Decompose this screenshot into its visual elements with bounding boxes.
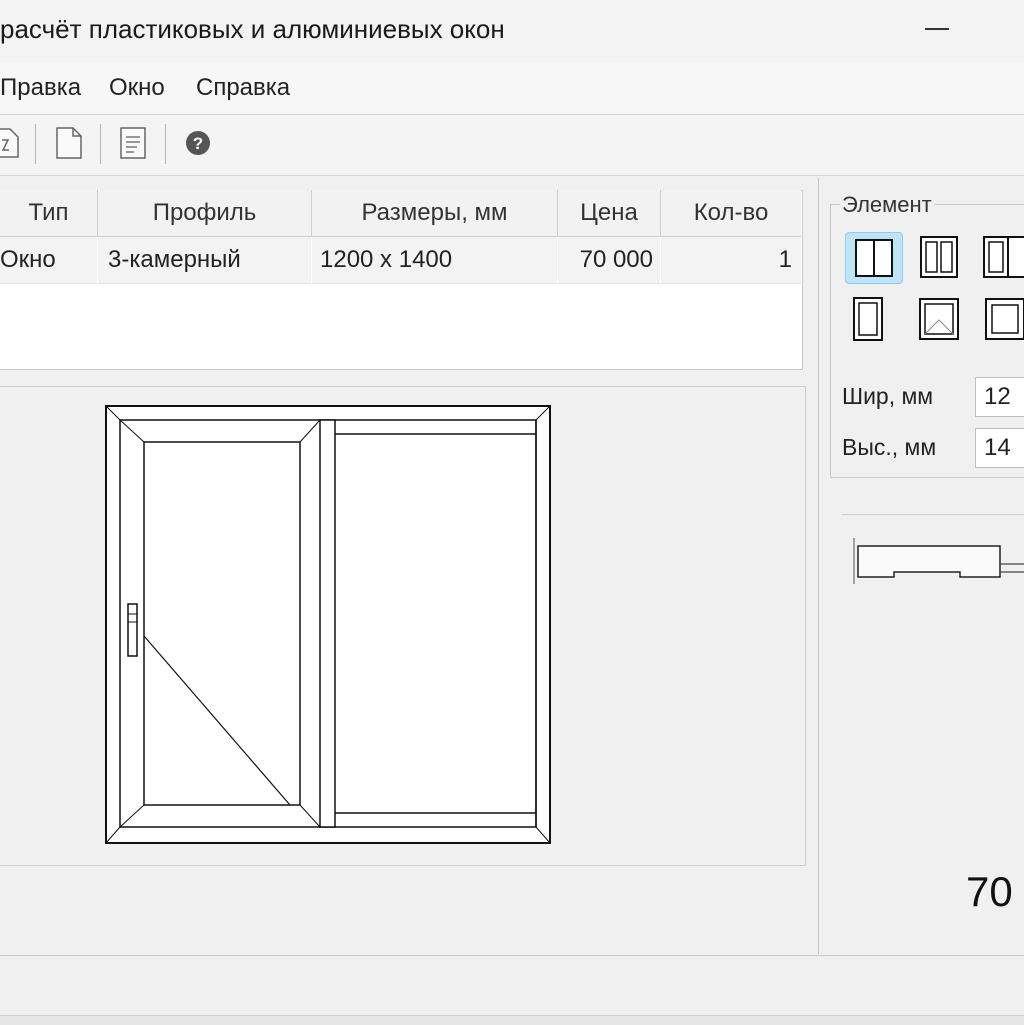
window-title: расчёт пластиковых и алюминиевых окон (0, 14, 505, 44)
column-header-profile[interactable]: Профиль (98, 190, 312, 237)
element-two-sash-button[interactable] (845, 232, 903, 284)
total-price: 70 (966, 868, 1013, 915)
column-header-type[interactable]: Тип (0, 190, 98, 237)
column-header-price[interactable]: Цена (558, 190, 661, 237)
status-bar-divider (0, 955, 1024, 956)
width-label: Шир, мм (842, 383, 934, 409)
element-fixed-pane-button[interactable] (911, 295, 967, 345)
cell-size[interactable]: 1200 x 1400 (312, 237, 557, 284)
cell-qty[interactable]: 1 (661, 237, 801, 284)
separator-line (842, 514, 1024, 515)
refresh-doc-icon[interactable] (0, 128, 20, 158)
column-header-qty[interactable]: Кол-во (661, 190, 801, 237)
toolbar (0, 115, 1024, 176)
element-single-sash-button[interactable] (840, 295, 896, 345)
panel-divider (818, 178, 819, 954)
height-label: Выс., мм (842, 434, 937, 460)
height-input[interactable]: 14 (975, 428, 1024, 468)
profile-section-diagram (850, 534, 1024, 588)
help-icon[interactable]: ? (185, 130, 211, 156)
menu-help[interactable]: Справка (196, 74, 290, 102)
menu-window[interactable]: Окно (109, 74, 165, 102)
toolbar-separator (100, 124, 101, 164)
toolbar-separator (35, 124, 36, 164)
cell-price[interactable]: 70 000 (558, 237, 660, 284)
window-drawing (104, 404, 552, 846)
new-document-icon[interactable] (55, 127, 83, 159)
svg-text:?: ? (193, 134, 203, 153)
element-double-sash-button[interactable] (911, 232, 967, 282)
cell-type[interactable]: Окно (0, 237, 97, 284)
minimize-button[interactable] (925, 28, 949, 30)
cell-profile[interactable]: 3-камерный (98, 237, 311, 284)
menu-edit[interactable]: Правка (0, 74, 81, 102)
column-header-size[interactable]: Размеры, мм (312, 190, 558, 237)
element-frame-pane-button[interactable] (976, 295, 1024, 345)
element-group-title: Элемент (840, 192, 934, 218)
toolbar-separator (165, 124, 166, 164)
element-triple-sash-button[interactable] (976, 232, 1024, 282)
text-document-icon[interactable] (119, 127, 147, 159)
width-input[interactable]: 12 (975, 377, 1024, 417)
